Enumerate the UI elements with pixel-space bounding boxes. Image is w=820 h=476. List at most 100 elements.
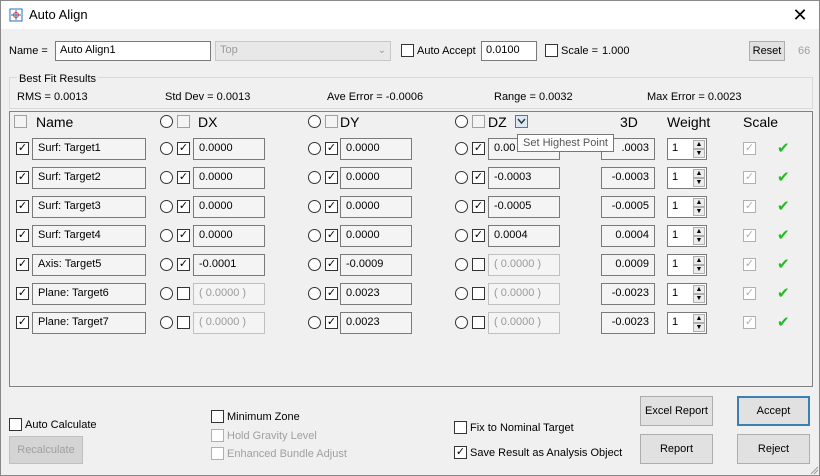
close-icon[interactable]: ✕ bbox=[789, 4, 811, 26]
accept-button[interactable]: Accept bbox=[737, 396, 810, 426]
target-name-cell[interactable]: Surf: Target4 bbox=[32, 225, 146, 247]
minimum-zone-checkbox[interactable] bbox=[211, 410, 224, 423]
dx-checkbox[interactable]: ✓ bbox=[177, 142, 190, 155]
dz-radio[interactable] bbox=[455, 142, 468, 155]
dy-header-radio[interactable] bbox=[308, 115, 321, 128]
dy-checkbox[interactable]: ✓ bbox=[325, 258, 338, 271]
dz-radio[interactable] bbox=[455, 229, 468, 242]
spin-down-icon[interactable]: ▼ bbox=[693, 236, 705, 245]
weight-stepper[interactable]: 1 ▲ ▼ bbox=[667, 138, 707, 160]
dx-radio[interactable] bbox=[160, 200, 173, 213]
dy-radio[interactable] bbox=[308, 200, 321, 213]
dx-checkbox[interactable] bbox=[177, 316, 190, 329]
reference-select[interactable]: Top ⌄ bbox=[215, 41, 391, 61]
resize-grip-icon[interactable] bbox=[809, 465, 819, 475]
dy-cell[interactable]: 0.0000 bbox=[340, 138, 412, 160]
dy-cell[interactable]: 0.0023 bbox=[340, 283, 412, 305]
spin-down-icon[interactable]: ▼ bbox=[693, 149, 705, 158]
dy-header-checkbox[interactable] bbox=[325, 115, 338, 128]
row-select-checkbox[interactable]: ✓ bbox=[16, 287, 29, 300]
spin-down-icon[interactable]: ▼ bbox=[693, 323, 705, 332]
dy-radio[interactable] bbox=[308, 142, 321, 155]
dz-checkbox[interactable]: ✓ bbox=[472, 229, 485, 242]
dy-checkbox[interactable]: ✓ bbox=[325, 200, 338, 213]
weight-stepper[interactable]: 1 ▲ ▼ bbox=[667, 167, 707, 189]
set-highest-point-button[interactable] bbox=[515, 115, 528, 128]
spin-up-icon[interactable]: ▲ bbox=[693, 256, 705, 265]
dz-checkbox[interactable]: ✓ bbox=[472, 171, 485, 184]
weight-stepper[interactable]: 1 ▲ ▼ bbox=[667, 225, 707, 247]
row-select-checkbox[interactable]: ✓ bbox=[16, 316, 29, 329]
row-select-checkbox[interactable]: ✓ bbox=[16, 229, 29, 242]
target-name-cell[interactable]: Axis: Target5 bbox=[32, 254, 146, 276]
dz-radio[interactable] bbox=[455, 200, 468, 213]
dy-checkbox[interactable]: ✓ bbox=[325, 142, 338, 155]
spin-down-icon[interactable]: ▼ bbox=[693, 265, 705, 274]
dx-cell[interactable]: -0.0001 bbox=[193, 254, 265, 276]
recalculate-button[interactable]: Recalculate bbox=[9, 436, 83, 464]
auto-accept-checkbox[interactable] bbox=[401, 44, 414, 57]
spin-up-icon[interactable]: ▲ bbox=[693, 314, 705, 323]
dy-checkbox[interactable]: ✓ bbox=[325, 287, 338, 300]
weight-stepper[interactable]: 1 ▲ ▼ bbox=[667, 312, 707, 334]
dz-radio[interactable] bbox=[455, 287, 468, 300]
dx-radio[interactable] bbox=[160, 258, 173, 271]
dx-cell[interactable]: 0.0000 bbox=[193, 225, 265, 247]
dx-radio[interactable] bbox=[160, 229, 173, 242]
dx-radio[interactable] bbox=[160, 171, 173, 184]
dz-header-radio[interactable] bbox=[455, 115, 468, 128]
dx-checkbox[interactable]: ✓ bbox=[177, 171, 190, 184]
weight-stepper[interactable]: 1 ▲ ▼ bbox=[667, 254, 707, 276]
dz-cell[interactable]: 0.0004 bbox=[488, 225, 560, 247]
dy-radio[interactable] bbox=[308, 287, 321, 300]
dx-header-checkbox[interactable] bbox=[177, 115, 190, 128]
row-select-checkbox[interactable]: ✓ bbox=[16, 142, 29, 155]
excel-report-button[interactable]: Excel Report bbox=[640, 396, 713, 426]
spin-up-icon[interactable]: ▲ bbox=[693, 285, 705, 294]
auto-calculate-checkbox[interactable] bbox=[9, 418, 22, 431]
target-name-cell[interactable]: Surf: Target3 bbox=[32, 196, 146, 218]
dx-cell[interactable]: 0.0000 bbox=[193, 167, 265, 189]
dx-radio[interactable] bbox=[160, 142, 173, 155]
dz-checkbox[interactable]: ✓ bbox=[472, 200, 485, 213]
dx-radio[interactable] bbox=[160, 287, 173, 300]
target-name-cell[interactable]: Plane: Target7 bbox=[32, 312, 146, 334]
dy-radio[interactable] bbox=[308, 258, 321, 271]
auto-accept-input[interactable]: 0.0100 bbox=[481, 41, 537, 61]
spin-up-icon[interactable]: ▲ bbox=[693, 227, 705, 236]
reject-button[interactable]: Reject bbox=[737, 434, 810, 464]
dz-cell[interactable]: -0.0003 bbox=[488, 167, 560, 189]
dz-checkbox[interactable] bbox=[472, 316, 485, 329]
row-select-checkbox[interactable]: ✓ bbox=[16, 200, 29, 213]
dy-cell[interactable]: 0.0000 bbox=[340, 225, 412, 247]
dz-checkbox[interactable] bbox=[472, 287, 485, 300]
dy-cell[interactable]: -0.0009 bbox=[340, 254, 412, 276]
spin-up-icon[interactable]: ▲ bbox=[693, 140, 705, 149]
dy-cell[interactable]: 0.0023 bbox=[340, 312, 412, 334]
dz-cell[interactable]: -0.0005 bbox=[488, 196, 560, 218]
dx-cell[interactable]: 0.0000 bbox=[193, 138, 265, 160]
fix-nominal-checkbox[interactable] bbox=[454, 421, 467, 434]
weight-stepper[interactable]: 1 ▲ ▼ bbox=[667, 196, 707, 218]
dx-checkbox[interactable]: ✓ bbox=[177, 229, 190, 242]
dx-cell[interactable]: 0.0000 bbox=[193, 196, 265, 218]
dy-checkbox[interactable]: ✓ bbox=[325, 229, 338, 242]
dz-header-checkbox[interactable] bbox=[472, 115, 485, 128]
target-name-cell[interactable]: Plane: Target6 bbox=[32, 283, 146, 305]
dz-checkbox[interactable]: ✓ bbox=[472, 142, 485, 155]
name-input[interactable]: Auto Align1 bbox=[55, 41, 211, 61]
dy-radio[interactable] bbox=[308, 229, 321, 242]
dz-radio[interactable] bbox=[455, 316, 468, 329]
dx-checkbox[interactable]: ✓ bbox=[177, 200, 190, 213]
dx-header-radio[interactable] bbox=[160, 115, 173, 128]
spin-down-icon[interactable]: ▼ bbox=[693, 178, 705, 187]
scale-checkbox[interactable] bbox=[545, 44, 558, 57]
spin-down-icon[interactable]: ▼ bbox=[693, 207, 705, 216]
dy-checkbox[interactable]: ✓ bbox=[325, 316, 338, 329]
spin-up-icon[interactable]: ▲ bbox=[693, 198, 705, 207]
target-name-cell[interactable]: Surf: Target1 bbox=[32, 138, 146, 160]
reset-button[interactable]: Reset bbox=[749, 41, 785, 61]
dy-checkbox[interactable]: ✓ bbox=[325, 171, 338, 184]
dz-radio[interactable] bbox=[455, 258, 468, 271]
report-button[interactable]: Report bbox=[640, 434, 713, 464]
